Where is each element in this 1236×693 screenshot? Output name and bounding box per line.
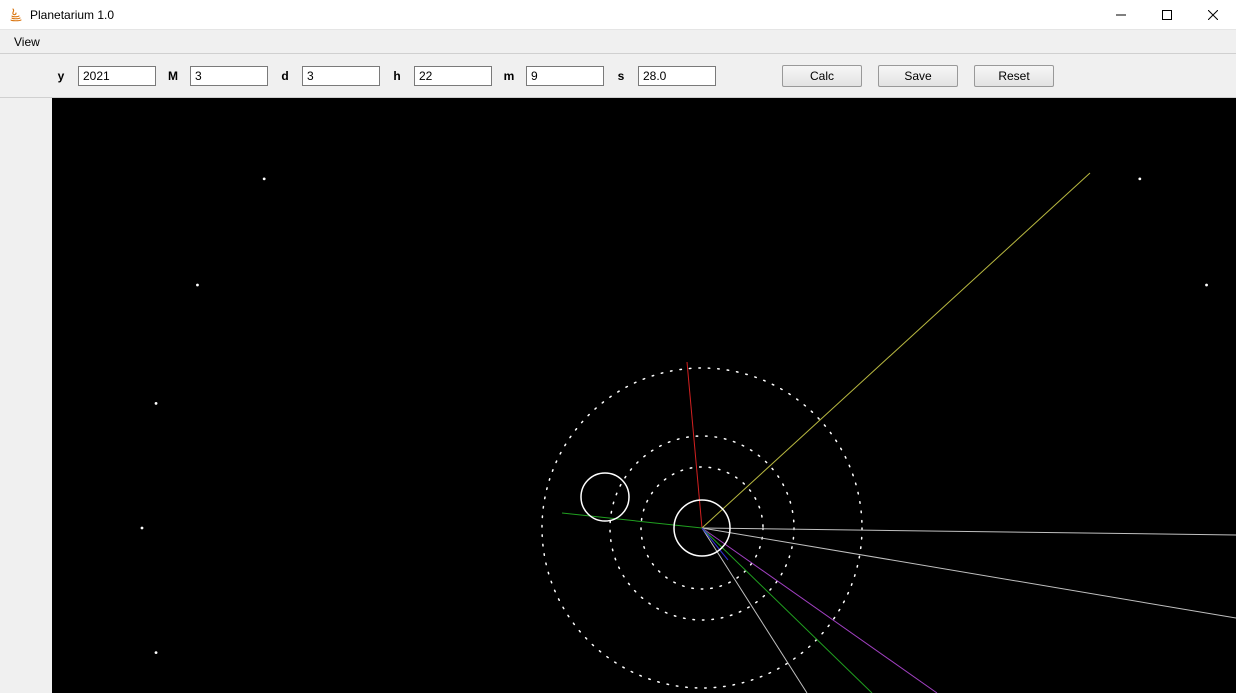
label-year: y [50, 69, 72, 83]
minimize-button[interactable] [1098, 0, 1144, 29]
toolbar: y M d h m s Calc Save Reset [0, 54, 1236, 98]
label-day: d [274, 69, 296, 83]
reset-button[interactable]: Reset [974, 65, 1054, 87]
planetarium-canvas[interactable] [52, 98, 1236, 693]
input-year[interactable] [78, 66, 156, 86]
label-min: m [498, 69, 520, 83]
label-hour: h [386, 69, 408, 83]
maximize-button[interactable] [1144, 0, 1190, 29]
save-button[interactable]: Save [878, 65, 958, 87]
close-button[interactable] [1190, 0, 1236, 29]
calc-button[interactable]: Calc [782, 65, 862, 87]
titlebar: Planetarium 1.0 [0, 0, 1236, 30]
window-controls [1098, 0, 1236, 29]
canvas-container [0, 98, 1236, 693]
window-title: Planetarium 1.0 [30, 8, 114, 22]
java-app-icon [8, 7, 24, 23]
input-sec[interactable] [638, 66, 716, 86]
menubar: View [0, 30, 1236, 54]
input-hour[interactable] [414, 66, 492, 86]
label-sec: s [610, 69, 632, 83]
label-month: M [162, 69, 184, 83]
input-day[interactable] [302, 66, 380, 86]
menu-view[interactable]: View [6, 32, 48, 52]
input-month[interactable] [190, 66, 268, 86]
input-min[interactable] [526, 66, 604, 86]
